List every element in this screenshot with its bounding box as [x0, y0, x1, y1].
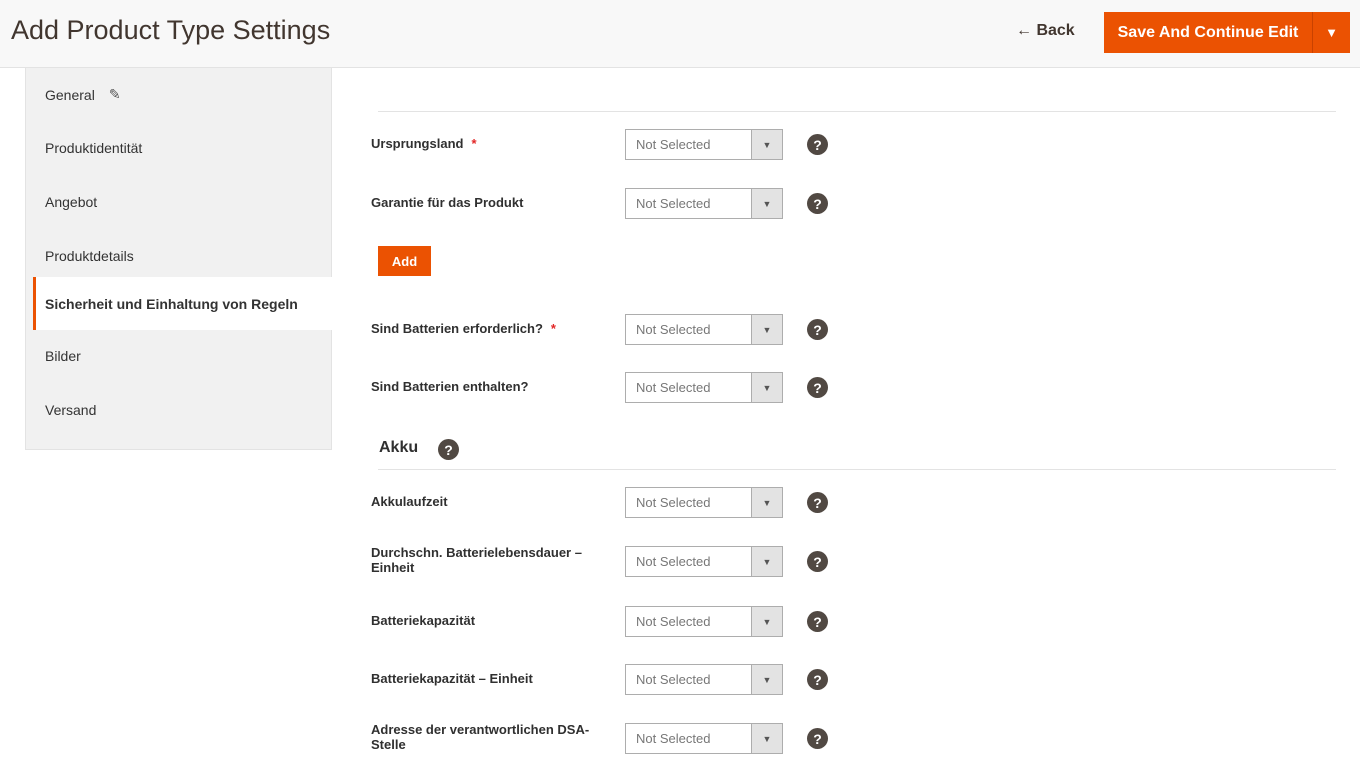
help-icon[interactable]: ?	[807, 377, 828, 398]
help-icon[interactable]: ?	[807, 551, 828, 572]
field-select[interactable]: Not Selected▼	[625, 723, 783, 754]
field-select[interactable]: Not Selected▼	[625, 314, 783, 345]
field-label: Sind Batterien erforderlich? *	[371, 321, 601, 336]
caret-down-icon: ▼	[751, 607, 782, 636]
page-title: Add Product Type Settings	[11, 15, 330, 46]
sidebar-item-angebot[interactable]: Angebot	[26, 175, 332, 228]
field-select[interactable]: Not Selected▼	[625, 188, 783, 219]
field-label: Batteriekapazität – Einheit	[371, 671, 601, 686]
select-value: Not Selected	[626, 607, 751, 636]
save-and-continue-button[interactable]: Save And Continue Edit ▼	[1104, 12, 1350, 53]
divider	[378, 111, 1336, 112]
required-asterisk: *	[471, 136, 476, 151]
sidebar-item-produktidentitaet[interactable]: Produktidentität	[26, 121, 332, 174]
sidebar-item-sicherheit[interactable]: Sicherheit und Einhaltung von Regeln	[33, 277, 332, 330]
field-select[interactable]: Not Selected▼	[625, 487, 783, 518]
help-icon[interactable]: ?	[807, 319, 828, 340]
field-label-text: Adresse der verantwortlichen DSA-Stelle	[371, 722, 589, 752]
sidebar-nav: General✎ Produktidentität Angebot Produk…	[25, 68, 332, 450]
sidebar-item-bilder[interactable]: Bilder	[26, 329, 332, 382]
add-button[interactable]: Add	[378, 246, 431, 276]
help-icon[interactable]: ?	[807, 134, 828, 155]
select-value: Not Selected	[626, 665, 751, 694]
caret-down-icon: ▼	[751, 315, 782, 344]
field-select[interactable]: Not Selected▼	[625, 372, 783, 403]
help-icon[interactable]: ?	[807, 728, 828, 749]
help-icon[interactable]: ?	[807, 193, 828, 214]
field-label-text: Ursprungsland	[371, 136, 463, 151]
page-header: Add Product Type Settings ← Back Save An…	[0, 0, 1360, 68]
section-title-akku: Akku	[379, 439, 418, 457]
sidebar-item-versand[interactable]: Versand	[26, 383, 332, 436]
caret-down-icon: ▼	[751, 488, 782, 517]
pencil-icon: ✎	[109, 86, 121, 103]
select-value: Not Selected	[626, 724, 751, 753]
field-select[interactable]: Not Selected▼	[625, 606, 783, 637]
field-label: Garantie für das Produkt	[371, 195, 601, 210]
select-value: Not Selected	[626, 189, 751, 218]
caret-down-icon: ▼	[751, 189, 782, 218]
caret-down-icon: ▼	[751, 547, 782, 576]
help-icon[interactable]: ?	[438, 439, 459, 460]
caret-down-icon: ▼	[751, 373, 782, 402]
field-label-text: Garantie für das Produkt	[371, 195, 523, 210]
field-label: Batteriekapazität	[371, 613, 601, 628]
field-label-text: Batteriekapazität – Einheit	[371, 671, 533, 686]
select-value: Not Selected	[626, 488, 751, 517]
caret-down-icon: ▼	[1325, 25, 1338, 40]
field-label-text: Sind Batterien erforderlich?	[371, 321, 543, 336]
field-select[interactable]: Not Selected▼	[625, 129, 783, 160]
help-icon[interactable]: ?	[807, 492, 828, 513]
select-value: Not Selected	[626, 373, 751, 402]
save-options-dropdown[interactable]: ▼	[1312, 12, 1350, 53]
select-value: Not Selected	[626, 547, 751, 576]
field-select[interactable]: Not Selected▼	[625, 546, 783, 577]
field-label-text: Durchschn. Batterielebensdauer – Einheit	[371, 545, 582, 575]
field-label: Akkulaufzeit	[371, 494, 601, 509]
field-label: Adresse der verantwortlichen DSA-Stelle	[371, 722, 601, 752]
caret-down-icon: ▼	[751, 724, 782, 753]
caret-down-icon: ▼	[751, 130, 782, 159]
sidebar-item-produktdetails[interactable]: Produktdetails	[26, 229, 332, 282]
field-label: Sind Batterien enthalten?	[371, 379, 601, 394]
back-button[interactable]: ← Back	[1016, 22, 1075, 40]
field-label: Durchschn. Batterielebensdauer – Einheit	[371, 545, 601, 575]
field-label-text: Batteriekapazität	[371, 613, 475, 628]
field-label-text: Sind Batterien enthalten?	[371, 379, 528, 394]
field-label: Ursprungsland *	[371, 136, 601, 151]
help-icon[interactable]: ?	[807, 669, 828, 690]
caret-down-icon: ▼	[751, 665, 782, 694]
field-select[interactable]: Not Selected▼	[625, 664, 783, 695]
select-value: Not Selected	[626, 130, 751, 159]
select-value: Not Selected	[626, 315, 751, 344]
field-label-text: Akkulaufzeit	[371, 494, 448, 509]
help-icon[interactable]: ?	[807, 611, 828, 632]
arrow-left-icon: ←	[1016, 22, 1032, 39]
sidebar-item-general[interactable]: General✎	[26, 68, 332, 121]
divider	[378, 469, 1336, 470]
required-asterisk: *	[551, 321, 556, 336]
